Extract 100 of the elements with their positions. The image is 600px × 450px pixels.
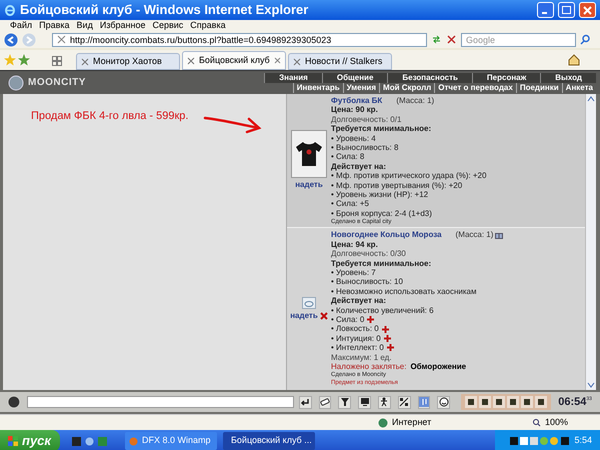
scroll-down-icon <box>586 380 596 390</box>
effect-text: • Количество увеличений: 6 <box>331 306 435 315</box>
globe-icon <box>378 418 388 428</box>
game-logo: MOONCITY <box>28 76 86 90</box>
t-shirt-icon <box>295 141 323 168</box>
nav-link[interactable]: Умения <box>342 82 380 92</box>
square-icon <box>523 398 532 406</box>
nav-link[interactable]: Персонаж <box>472 72 540 82</box>
menu-item[interactable]: Справка <box>190 20 226 31</box>
nav-link[interactable]: Знания <box>264 72 322 82</box>
requirement-text: • Выносливость: 10 <box>331 277 404 287</box>
menu-item[interactable]: Файл <box>10 20 32 31</box>
address-field[interactable]: http://mooncity.combats.ru/buttons.pl?battle=0.694989239305023 <box>52 32 427 46</box>
action-button[interactable] <box>535 396 548 408</box>
action-button[interactable] <box>479 396 492 408</box>
nav-link[interactable]: Выход <box>540 72 596 82</box>
clock-time: 06:54 <box>558 396 586 408</box>
windows-logo-icon <box>8 436 18 446</box>
close-icon <box>583 6 592 14</box>
menu-item[interactable]: Сервис <box>152 20 184 31</box>
nav-link[interactable]: Инвентарь <box>292 82 343 92</box>
spell-name: Обморожение <box>410 362 466 372</box>
zoom-icon <box>532 418 541 427</box>
action-button[interactable] <box>507 396 520 408</box>
smiley-button[interactable] <box>437 396 450 408</box>
maximize-icon <box>562 6 571 14</box>
effect-text: • Броня корпуса: 2-4 (1+d3) <box>331 208 433 218</box>
spreadsheet-icon <box>98 436 107 446</box>
start-button[interactable]: пуск <box>0 430 60 450</box>
nav-link[interactable]: Общение <box>322 72 388 82</box>
star-icon <box>4 54 16 66</box>
effects-heading: Действует на: <box>331 296 388 306</box>
effect-text: • Интеллект: 0 <box>331 343 384 353</box>
nav-link[interactable]: Мой Скролл <box>379 82 434 92</box>
browser-tab[interactable]: Монитор Хаотов <box>76 53 180 70</box>
nav-link[interactable]: Анкета <box>562 82 596 92</box>
menu-item[interactable]: Правка <box>39 20 70 31</box>
search-field[interactable]: Google <box>461 32 576 46</box>
item-maximum: Максимум: 1 ед. <box>331 352 393 362</box>
effect-text: • Мф. против критического удара (%): +20 <box>331 171 486 181</box>
effect-text: • Уровень жизни (HP): +12 <box>331 190 430 200</box>
zoom-level[interactable]: 100% <box>544 416 568 430</box>
effect-text: • Ловкость: 0 <box>331 324 379 334</box>
nav-link[interactable]: Отчет о переводах <box>434 82 516 92</box>
nav-link[interactable]: Поединки <box>516 82 562 92</box>
search-icon <box>580 34 591 45</box>
back-icon <box>4 32 18 46</box>
maximize-button[interactable] <box>558 2 575 18</box>
app-icon <box>129 436 138 446</box>
menu-item[interactable]: Вид <box>76 20 93 31</box>
requirements-heading: Требуется минимальное: <box>331 258 432 268</box>
nav-link[interactable]: Безопасность <box>387 72 472 82</box>
home-icon <box>568 54 580 66</box>
menu-item[interactable]: Избранное <box>100 20 146 31</box>
item-name-link[interactable]: Футболка БК <box>331 96 382 106</box>
player-icon <box>72 436 81 446</box>
refresh-icon <box>431 34 442 45</box>
action-button[interactable] <box>465 396 478 408</box>
item-name-link[interactable]: Новогоднее Кольцо Мороза <box>331 230 442 240</box>
monitor-button[interactable] <box>358 396 372 408</box>
item-durability: Долговечность: 0/1 <box>331 114 402 124</box>
requirement-text: • Уровень: 7 <box>331 268 377 278</box>
close-tab-icon <box>274 57 281 64</box>
filter-button[interactable] <box>338 396 352 408</box>
walking-man-icon <box>379 397 390 407</box>
slash-button[interactable] <box>398 396 411 408</box>
stop-icon <box>446 34 457 45</box>
item-price: Цена: 94 кр. <box>331 240 379 250</box>
taskbar-button[interactable]: DFX 8.0 Winamp <box>125 432 217 450</box>
window-title: Бойцовский клуб - Windows Internet Explorer <box>20 1 310 20</box>
requirement-text: • Выносливость: 8 <box>331 143 400 152</box>
note-text: Продам ФБК 4-го лвла - 599кр. <box>31 109 188 124</box>
square-icon <box>495 398 504 406</box>
close-button[interactable] <box>579 2 596 18</box>
effect-text: • Сила: 0 <box>331 314 364 324</box>
requirement-text: • Невозможно использовать хаосникам <box>331 286 478 296</box>
item-price: Цена: 90 кр. <box>331 105 379 115</box>
scrollbar[interactable] <box>585 94 596 390</box>
wear-link[interactable]: надеть <box>290 310 318 322</box>
action-button[interactable] <box>493 396 506 408</box>
browser-tab[interactable]: Бойцовский клуб <box>182 51 286 70</box>
walking-man-button[interactable] <box>378 396 391 408</box>
taskbar-button[interactable]: Бойцовский клуб ... <box>223 432 315 450</box>
requirement-text: • Сила: 8 <box>331 152 366 162</box>
square-icon <box>537 398 546 406</box>
monitor-icon <box>360 397 370 407</box>
wear-link[interactable]: надеть <box>295 179 323 192</box>
ring-icon <box>302 296 316 309</box>
action-button[interactable] <box>521 396 534 408</box>
browser-tab[interactable]: Новости // Stalkers <box>288 53 392 70</box>
smiley-icon <box>438 397 449 407</box>
ie-logo-icon <box>4 4 16 16</box>
scroll-up-icon <box>586 94 596 104</box>
item-mass: (Масса: 1) <box>396 96 434 106</box>
chat-input[interactable] <box>26 396 294 408</box>
forward-icon <box>22 32 36 46</box>
eraser-icon <box>320 397 330 407</box>
eraser-button[interactable] <box>318 396 332 408</box>
minimize-button[interactable] <box>537 2 554 18</box>
enter-button[interactable] <box>298 396 312 408</box>
